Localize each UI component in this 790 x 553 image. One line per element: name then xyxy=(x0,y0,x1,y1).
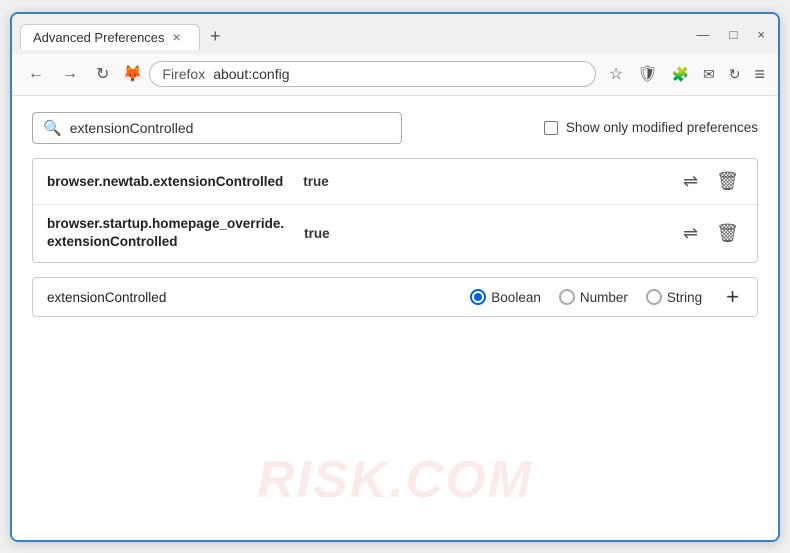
new-tab-button[interactable]: + xyxy=(204,24,227,49)
browser-label: Firefox xyxy=(162,66,205,82)
forward-button[interactable]: → xyxy=(56,62,84,86)
toggle-button-2[interactable]: ⇌ xyxy=(679,221,702,246)
add-pref-row: extensionControlled Boolean Number Strin… xyxy=(32,277,758,317)
tab-title: Advanced Preferences xyxy=(33,30,165,45)
type-radio-group: Boolean Number String xyxy=(470,289,702,305)
active-tab[interactable]: Advanced Preferences × xyxy=(20,24,200,50)
shield-icon[interactable]: 🛡 xyxy=(634,61,660,87)
radio-number[interactable]: Number xyxy=(559,289,628,305)
add-pref-button[interactable]: + xyxy=(722,286,743,308)
radio-number-circle[interactable] xyxy=(559,289,575,305)
table-row: browser.newtab.extensionControlled true … xyxy=(33,159,757,205)
menu-icon[interactable]: ≡ xyxy=(751,61,768,88)
show-modified-label: Show only modified preferences xyxy=(566,120,758,135)
sync-icon[interactable]: ↻ xyxy=(726,63,744,86)
window-controls: — □ × xyxy=(692,25,770,48)
bookmark-icon[interactable]: ☆ xyxy=(606,61,626,87)
radio-boolean[interactable]: Boolean xyxy=(470,289,541,305)
minimize-button[interactable]: — xyxy=(692,25,715,44)
show-modified-row[interactable]: Show only modified preferences xyxy=(544,120,758,135)
pref-value-1: true xyxy=(303,174,329,189)
table-row: browser.startup.homepage_override. exten… xyxy=(33,205,757,263)
radio-boolean-label: Boolean xyxy=(491,290,541,305)
tab-close-button[interactable]: × xyxy=(173,30,181,44)
delete-button-1[interactable]: 🗑 xyxy=(712,169,743,194)
row-1-actions: ⇌ 🗑 xyxy=(679,169,743,194)
address-bar[interactable]: Firefox about:config xyxy=(149,61,596,87)
radio-string[interactable]: String xyxy=(646,289,702,305)
navbar: ← → ↻ 🦊 Firefox about:config ☆ 🛡 🧩 ✉ ↻ ≡ xyxy=(12,54,778,96)
results-table: browser.newtab.extensionControlled true … xyxy=(32,158,758,264)
search-icon: 🔍 xyxy=(43,119,62,137)
window-close-button[interactable]: × xyxy=(752,25,770,44)
content-area: RISK.COM 🔍 Show only modified preference… xyxy=(12,96,778,540)
firefox-icon: 🦊 xyxy=(121,63,143,85)
pref-value-2: true xyxy=(304,226,330,241)
browser-window: Advanced Preferences × + — □ × ← → ↻ 🦊 F… xyxy=(10,12,780,542)
extensions-icon[interactable]: 🧩 xyxy=(669,63,692,86)
toggle-button-1[interactable]: ⇌ xyxy=(679,169,702,194)
nav-icons: ☆ 🛡 🧩 ✉ ↻ ≡ xyxy=(606,61,768,88)
account-icon[interactable]: ✉ xyxy=(700,63,718,86)
title-bar: Advanced Preferences × + — □ × xyxy=(12,14,778,54)
search-row: 🔍 Show only modified preferences xyxy=(32,112,758,144)
pref-name-2: browser.startup.homepage_override. exten… xyxy=(47,215,284,253)
show-modified-checkbox[interactable] xyxy=(544,121,558,135)
pref-name-2-line2: extensionControlled xyxy=(47,233,284,252)
new-pref-name: extensionControlled xyxy=(47,290,166,305)
radio-boolean-circle[interactable] xyxy=(470,289,486,305)
radio-string-label: String xyxy=(667,290,702,305)
address-text: about:config xyxy=(213,66,289,82)
row-2-actions: ⇌ 🗑 xyxy=(679,221,743,246)
radio-string-circle[interactable] xyxy=(646,289,662,305)
delete-button-2[interactable]: 🗑 xyxy=(712,221,743,246)
refresh-button[interactable]: ↻ xyxy=(90,61,115,87)
back-button[interactable]: ← xyxy=(22,62,50,86)
radio-number-label: Number xyxy=(580,290,628,305)
search-input[interactable] xyxy=(70,120,391,136)
search-box: 🔍 xyxy=(32,112,402,144)
watermark: RISK.COM xyxy=(257,450,533,510)
pref-name-1: browser.newtab.extensionControlled xyxy=(47,174,283,189)
pref-name-2-line1: browser.startup.homepage_override. xyxy=(47,215,284,234)
maximize-button[interactable]: □ xyxy=(725,25,743,44)
